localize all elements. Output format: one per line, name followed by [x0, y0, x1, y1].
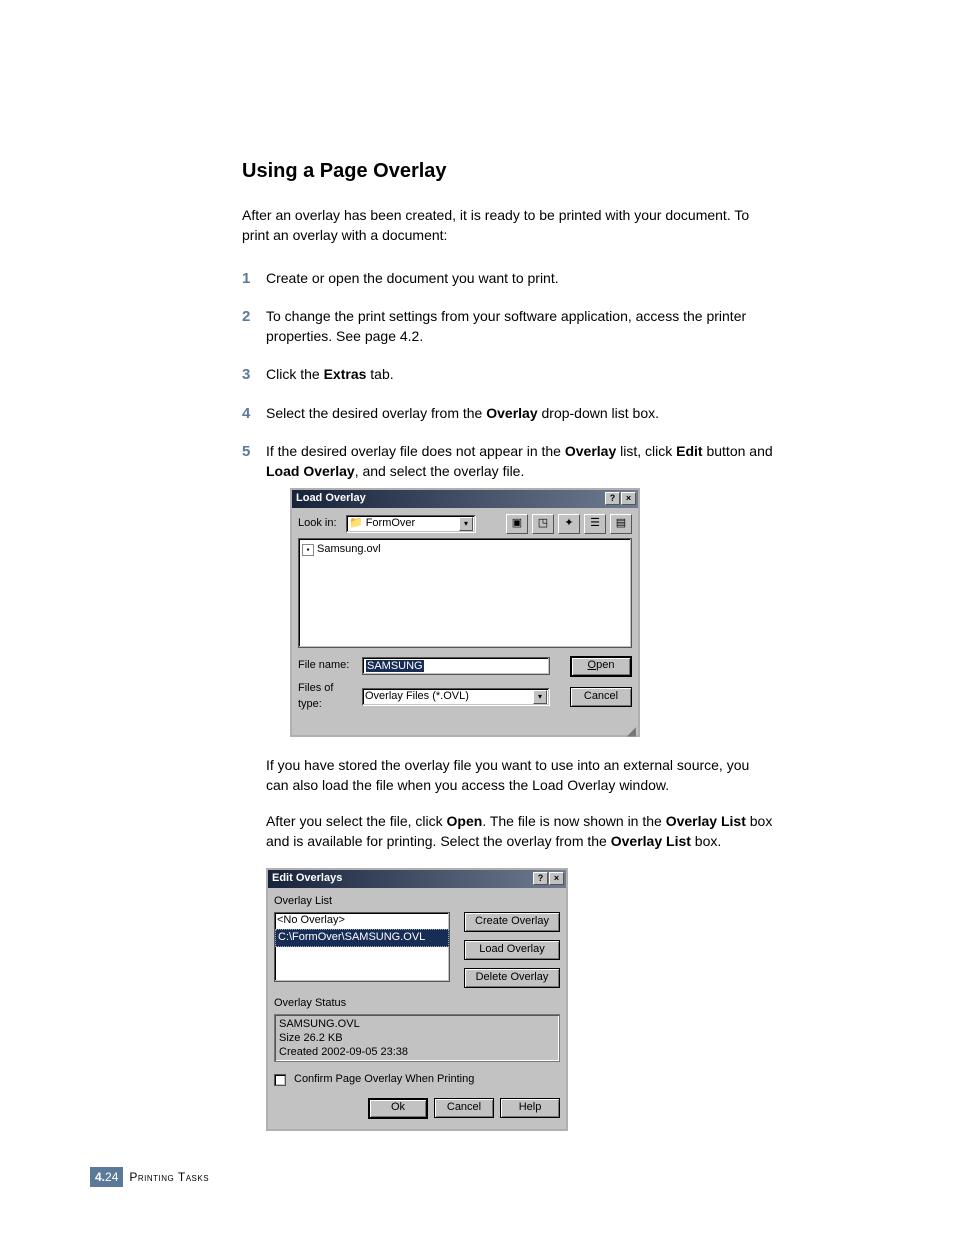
intro-paragraph: After an overlay has been created, it is… [242, 205, 774, 246]
overlay-status-box: SAMSUNG.OVL Size 26.2 KB Created 2002-09… [274, 1014, 560, 1062]
step-5: If the desired overlay file does not app… [242, 441, 774, 1130]
overlay-listbox[interactable]: <No Overlay> C:\FormOver\SAMSUNG.OVL [274, 912, 450, 982]
resize-grip-icon[interactable]: ◢ [292, 723, 638, 735]
step-3: Click the Extras tab. [242, 364, 774, 384]
body-paragraph-1: If you have stored the overlay file you … [266, 755, 774, 796]
edit-overlays-dialog: Edit Overlays ? × Overlay List <No Overl… [266, 868, 568, 1131]
filesoftype-dropdown[interactable]: Overlay Files (*.OVL) ▾ [362, 688, 550, 706]
up-folder-icon[interactable]: ▣ [506, 514, 528, 534]
list-item[interactable]: <No Overlay> [275, 913, 449, 929]
chevron-down-icon[interactable]: ▾ [459, 517, 473, 531]
body-paragraph-2: After you select the file, click Open. T… [266, 811, 774, 852]
confirm-label: Confirm Page Overlay When Printing [294, 1072, 474, 1088]
filename-label: File name: [298, 658, 358, 674]
new-folder-icon[interactable]: ✦ [558, 514, 580, 534]
lookin-label: Look in: [298, 516, 342, 532]
help-icon[interactable]: ? [605, 492, 620, 505]
confirm-checkbox[interactable] [274, 1074, 286, 1086]
create-overlay-button[interactable]: Create Overlay [464, 912, 560, 932]
lookin-dropdown[interactable]: 📁 FormOver ▾ [346, 515, 476, 533]
help-icon[interactable]: ? [533, 872, 548, 885]
ok-button[interactable]: Ok [368, 1098, 428, 1119]
desktop-icon[interactable]: ◳ [532, 514, 554, 534]
cancel-button[interactable]: Cancel [434, 1098, 494, 1118]
folder-icon: 📁 [349, 516, 363, 532]
help-button[interactable]: Help [500, 1098, 560, 1118]
section-title: Printing Tasks [129, 1170, 209, 1184]
step-4: Select the desired overlay from the Over… [242, 403, 774, 423]
file-icon: ▪ [302, 544, 314, 556]
page-number-box: 4.24 [90, 1167, 123, 1187]
dialog-titlebar: Edit Overlays ? × [268, 870, 566, 888]
overlay-list-label: Overlay List [274, 894, 560, 910]
filesoftype-label: Files of type: [298, 681, 358, 713]
chevron-down-icon[interactable]: ▾ [533, 690, 547, 704]
list-item[interactable]: C:\FormOver\SAMSUNG.OVL [275, 929, 449, 947]
file-item[interactable]: ▪ Samsung.ovl [302, 542, 628, 558]
list-view-icon[interactable]: ☰ [584, 514, 606, 534]
filename-input[interactable]: SAMSUNG [362, 657, 550, 675]
page-footer: 4.24 Printing Tasks [90, 1167, 209, 1187]
dialog-title: Load Overlay [296, 491, 366, 507]
cancel-button[interactable]: Cancel [570, 687, 632, 707]
dialog-titlebar: Load Overlay ? × [292, 490, 638, 508]
page-heading: Using a Page Overlay [242, 160, 774, 183]
delete-overlay-button[interactable]: Delete Overlay [464, 968, 560, 988]
load-overlay-button[interactable]: Load Overlay [464, 940, 560, 960]
step-2: To change the print settings from your s… [242, 306, 774, 347]
details-view-icon[interactable]: ▤ [610, 514, 632, 534]
open-button[interactable]: Open [570, 656, 632, 677]
file-list-area[interactable]: ▪ Samsung.ovl [298, 538, 632, 648]
close-icon[interactable]: × [549, 872, 564, 885]
close-icon[interactable]: × [621, 492, 636, 505]
dialog-title: Edit Overlays [272, 871, 342, 887]
load-overlay-dialog: Load Overlay ? × Look in: 📁 FormOver ▾ [290, 488, 640, 737]
overlay-status-label: Overlay Status [274, 996, 560, 1012]
step-1: Create or open the document you want to … [242, 268, 774, 288]
